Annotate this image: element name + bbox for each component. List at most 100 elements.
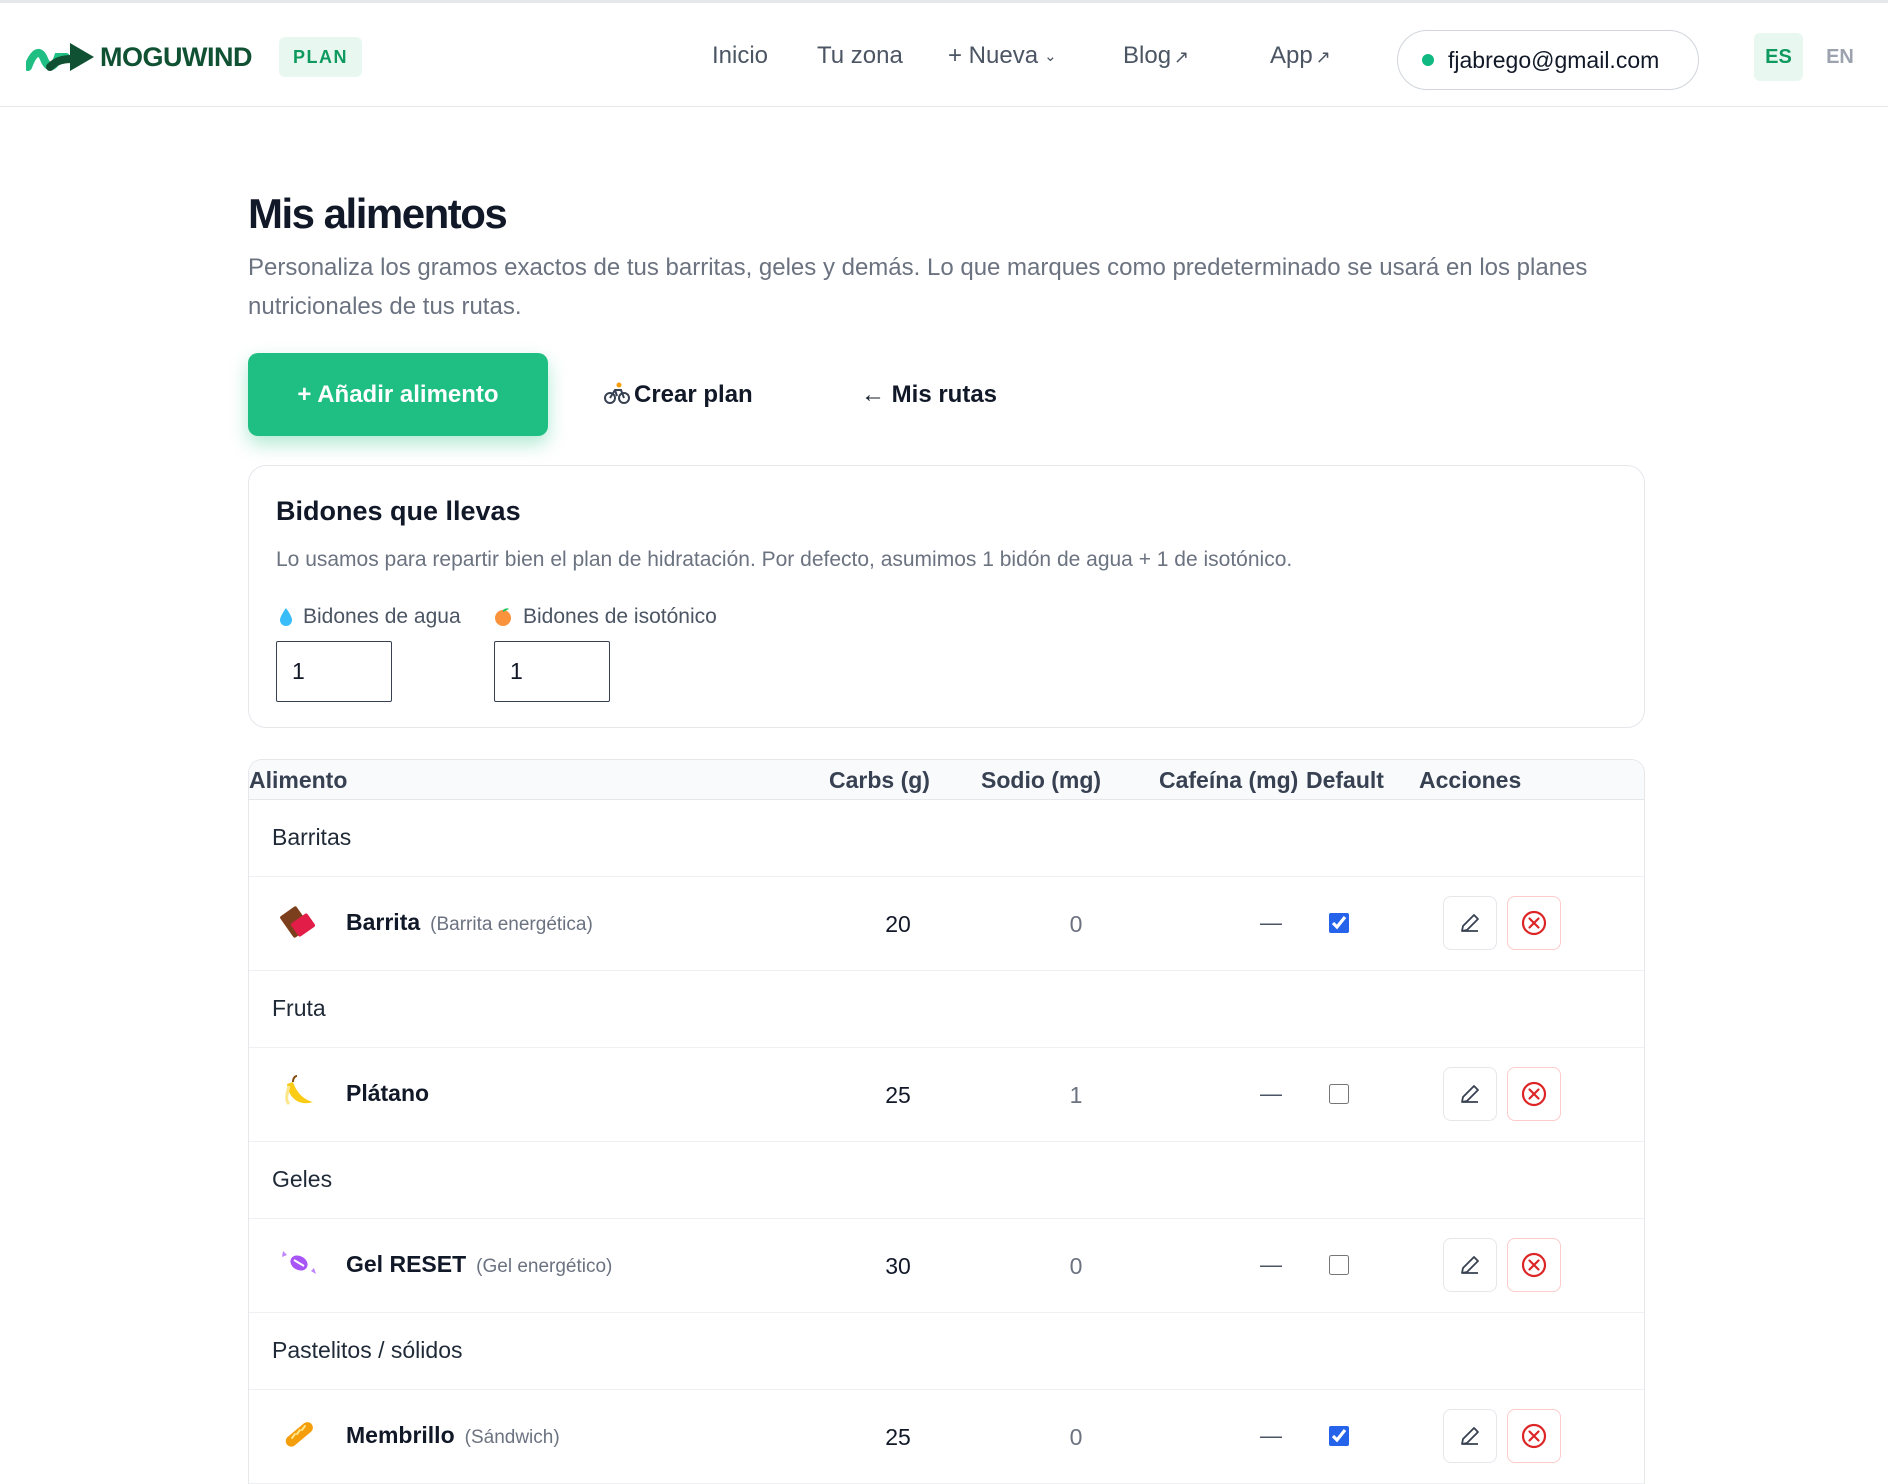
- delete-button[interactable]: [1507, 1238, 1561, 1292]
- nav-link-label: Tu zona: [817, 42, 903, 69]
- lang-es-button[interactable]: ES: [1754, 33, 1803, 81]
- sodium-value: 1: [1069, 1082, 1083, 1108]
- default-checkbox[interactable]: [1329, 1255, 1349, 1275]
- pencil-icon: [1461, 1085, 1479, 1103]
- table-row: Plátano 25 1 —: [249, 1048, 1644, 1142]
- nav-link-blog[interactable]: Blog ↗: [1123, 39, 1189, 74]
- close-circle-icon: [1521, 1081, 1547, 1107]
- nav-link-nueva[interactable]: + Nueva ⌄: [948, 39, 1057, 76]
- food-name-text: Plátano: [346, 1080, 430, 1106]
- edit-button[interactable]: [1443, 1238, 1497, 1292]
- delete-button[interactable]: [1507, 1067, 1561, 1121]
- page-description: Personaliza los gramos exactos de tus ba…: [248, 254, 1588, 320]
- column-header-caffeine: Cafeína (mg): [1159, 767, 1299, 793]
- category-row-pastelitos: Pastelitos / sólidos: [249, 1313, 1644, 1390]
- food-name-text: Membrillo: [346, 1422, 455, 1448]
- close-circle-icon: [1521, 1423, 1547, 1449]
- user-menu-button[interactable]: fjabrego@gmail.com: [1397, 30, 1699, 90]
- lang-en-button[interactable]: EN: [1815, 33, 1865, 81]
- pencil-icon: [1461, 1427, 1479, 1445]
- candy-icon: [282, 1251, 316, 1274]
- caffeine-value: —: [1260, 910, 1282, 935]
- brand-name: MOGUWIND: [100, 41, 252, 72]
- caffeine-value: —: [1260, 1252, 1282, 1277]
- default-checkbox[interactable]: [1329, 1426, 1349, 1446]
- column-header-carbs: Carbs (g): [829, 767, 930, 793]
- user-email: fjabrego@gmail.com: [1448, 46, 1660, 73]
- baguette-icon: [285, 1422, 313, 1447]
- cyclist-icon: [604, 382, 630, 404]
- pencil-icon: [1461, 914, 1479, 932]
- nav-link-inicio[interactable]: Inicio: [712, 39, 768, 73]
- my-routes-button[interactable]: ← Mis rutas: [861, 372, 997, 418]
- add-food-button[interactable]: + Añadir alimento: [248, 353, 548, 436]
- nav-link-label: App: [1270, 42, 1313, 69]
- nav-link-label: + Nueva: [948, 42, 1039, 69]
- external-link-icon: ↗: [1174, 47, 1190, 67]
- food-name: Membrillo (Sándwich): [346, 1422, 560, 1449]
- category-label: Barritas: [272, 824, 352, 850]
- close-circle-icon: [1521, 910, 1547, 936]
- brand-logo[interactable]: MOGUWIND: [26, 37, 252, 77]
- table-row: Membrillo (Sándwich) 25 0 —: [249, 1390, 1644, 1484]
- edit-button[interactable]: [1443, 1067, 1497, 1121]
- page-title: Mis alimentos: [248, 190, 508, 237]
- sodium-value: 0: [1069, 1253, 1083, 1279]
- food-name: Plátano: [346, 1080, 429, 1107]
- plan-badge: PLAN: [279, 37, 362, 77]
- carbs-value: 30: [885, 1253, 911, 1279]
- category-label: Fruta: [272, 995, 326, 1021]
- water-bottles-text: Bidones de agua: [303, 605, 461, 628]
- external-link-icon: ↗: [1315, 47, 1331, 67]
- default-checkbox[interactable]: [1329, 913, 1349, 933]
- bottles-description: Lo usamos para repartir bien el plan de …: [276, 548, 1293, 571]
- chocolate-bar-icon: [280, 906, 315, 938]
- column-header-actions: Acciones: [1419, 767, 1522, 793]
- create-plan-button[interactable]: Crear plan: [604, 372, 753, 418]
- carbs-value: 20: [885, 911, 911, 937]
- isotonic-bottles-input[interactable]: [494, 641, 610, 702]
- category-row-barritas: Barritas: [249, 800, 1644, 877]
- chevron-down-icon: ⌄: [1044, 48, 1057, 65]
- food-subtitle: (Gel energético): [476, 1256, 613, 1277]
- droplet-icon: [280, 608, 292, 626]
- category-row-geles: Geles: [249, 1142, 1644, 1219]
- pencil-icon: [1461, 1256, 1479, 1274]
- water-bottles-input[interactable]: [276, 641, 392, 702]
- foods-table: Alimento Carbs (g) Sodio (mg) Cafeína (m…: [248, 759, 1645, 1484]
- carbs-value: 25: [885, 1082, 911, 1108]
- table-header: Alimento Carbs (g) Sodio (mg) Cafeína (m…: [249, 760, 1644, 800]
- edit-button[interactable]: [1443, 1409, 1497, 1463]
- online-status-icon: [1422, 54, 1434, 66]
- delete-button[interactable]: [1507, 896, 1561, 950]
- food-name: Gel RESET (Gel energético): [346, 1251, 612, 1278]
- column-header-food: Alimento: [249, 767, 348, 793]
- category-row-fruta: Fruta: [249, 971, 1644, 1048]
- food-name-text: Barrita: [346, 909, 421, 935]
- bottles-title: Bidones que llevas: [276, 496, 521, 526]
- column-header-sodium: Sodio (mg): [981, 767, 1102, 793]
- default-checkbox[interactable]: [1329, 1084, 1349, 1104]
- caffeine-value: —: [1260, 1423, 1282, 1448]
- food-name-text: Gel RESET: [346, 1251, 467, 1277]
- banana-icon: [285, 1075, 313, 1106]
- delete-button[interactable]: [1507, 1409, 1561, 1463]
- category-label: Pastelitos / sólidos: [272, 1337, 463, 1363]
- category-label: Geles: [272, 1166, 333, 1192]
- nav-link-label: Inicio: [712, 42, 769, 69]
- nav-link-app[interactable]: App ↗: [1270, 39, 1331, 74]
- edit-button[interactable]: [1443, 896, 1497, 950]
- close-circle-icon: [1521, 1252, 1547, 1278]
- food-subtitle: (Sándwich): [464, 1427, 560, 1448]
- table-row: Barrita (Barrita energética) 20 0 —: [249, 877, 1644, 971]
- column-header-default: Default: [1306, 767, 1384, 793]
- nav-link-label: Blog: [1123, 42, 1172, 69]
- nav-link-tu-zona[interactable]: Tu zona: [817, 39, 903, 73]
- food-name: Barrita (Barrita energética): [346, 909, 593, 936]
- food-subtitle: (Barrita energética): [430, 914, 593, 935]
- table-row: Gel RESET (Gel energético) 30 0 —: [249, 1219, 1644, 1313]
- isotonic-bottles-text: Bidones de isotónico: [523, 605, 717, 628]
- sodium-value: 0: [1069, 911, 1083, 937]
- isotonic-bottles-label: Bidones de isotónico: [493, 605, 717, 629]
- top-navbar: MOGUWIND PLAN Inicio Tu zona + Nueva ⌄ Bl…: [0, 3, 1888, 107]
